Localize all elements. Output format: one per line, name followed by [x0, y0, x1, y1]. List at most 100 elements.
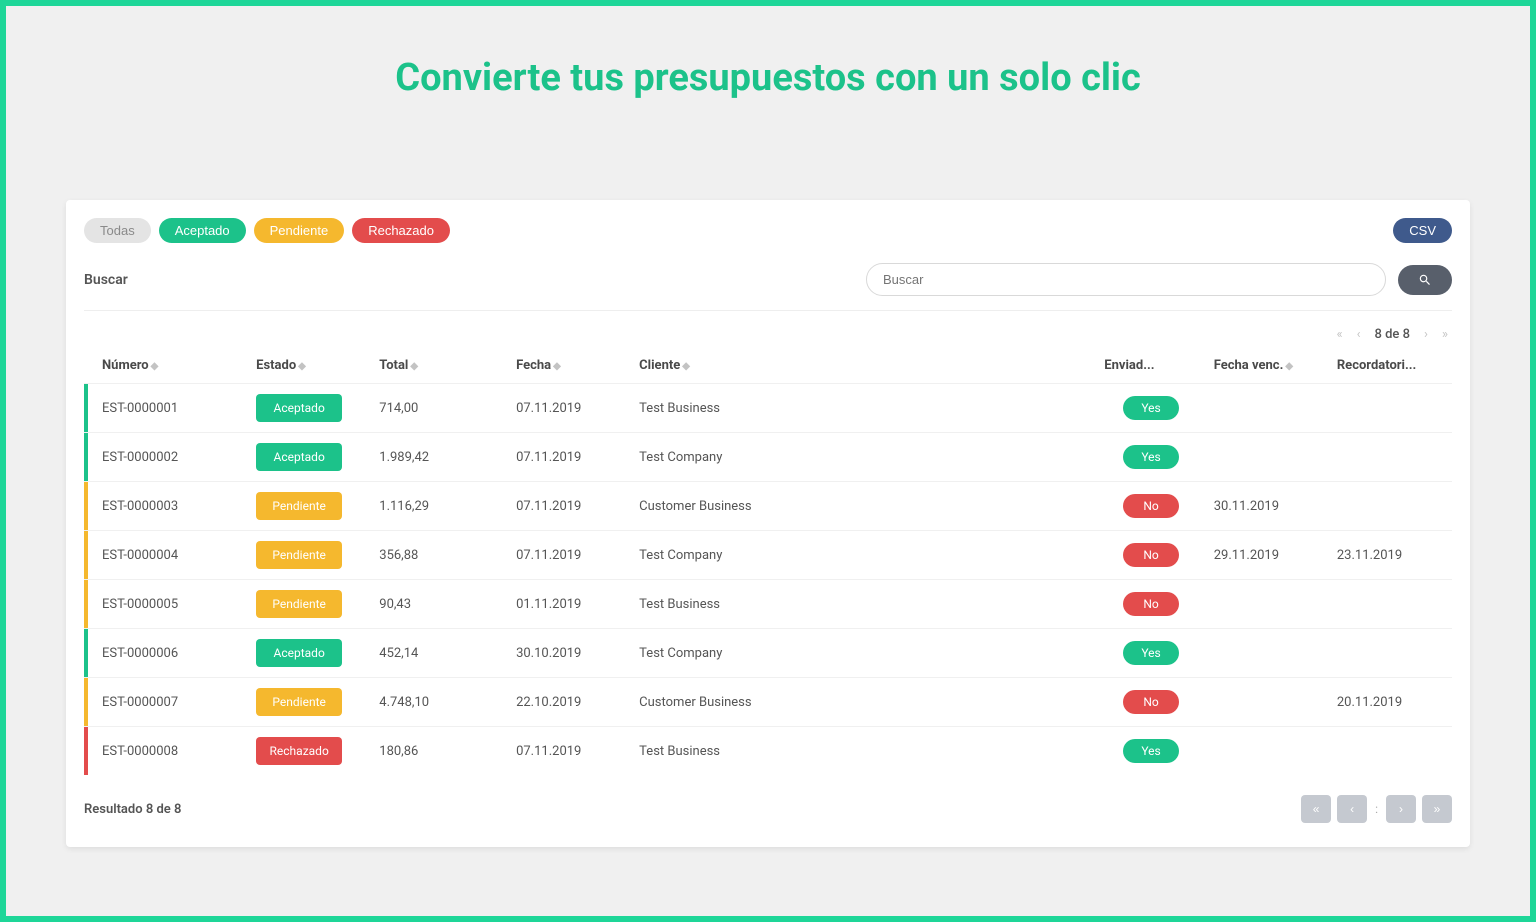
cell-estado: Aceptado: [248, 384, 371, 433]
page-next-icon[interactable]: ›: [1424, 327, 1428, 342]
table-row[interactable]: EST-0000004Pendiente356,8807.11.2019Test…: [84, 531, 1452, 580]
sent-badge: Yes: [1123, 445, 1179, 469]
cell-numero: EST-0000007: [84, 678, 248, 727]
col-numero[interactable]: Número◆: [84, 348, 248, 384]
cell-enviado: Yes: [1096, 433, 1205, 482]
cell-cliente: Test Business: [631, 580, 1096, 629]
col-total[interactable]: Total◆: [371, 348, 508, 384]
status-badge: Pendiente: [256, 492, 342, 520]
cell-fecha-venc: [1206, 433, 1329, 482]
page-last-icon[interactable]: »: [1442, 327, 1448, 342]
page-separator: :: [1373, 802, 1380, 816]
cell-total: 4.748,10: [371, 678, 508, 727]
sent-badge: No: [1123, 592, 1179, 616]
table-row[interactable]: EST-0000006Aceptado452,1430.10.2019Test …: [84, 629, 1452, 678]
cell-total: 1.116,29: [371, 482, 508, 531]
cell-fecha: 07.11.2019: [508, 727, 631, 776]
filter-accepted-button[interactable]: Aceptado: [159, 218, 246, 243]
filters-row: Todas Aceptado Pendiente Rechazado CSV: [84, 218, 1452, 243]
cell-recordatorio: [1329, 629, 1452, 678]
sent-badge: No: [1123, 494, 1179, 518]
search-input[interactable]: [866, 263, 1386, 296]
cell-fecha-venc: [1206, 580, 1329, 629]
table-row[interactable]: EST-0000008 Rechazado 180,8607.11.2019Test…: [84, 727, 1452, 776]
cell-estado: Rechazado: [248, 727, 371, 776]
status-badge: Aceptado: [256, 443, 342, 471]
sort-icon: ◆: [1285, 361, 1293, 372]
table-row[interactable]: EST-0000005Pendiente90,4301.11.2019Test …: [84, 580, 1452, 629]
filter-rejected-button[interactable]: Rechazado: [352, 218, 450, 243]
page-first-button[interactable]: «: [1301, 795, 1331, 823]
cell-cliente: Test Business: [631, 727, 1096, 776]
cell-enviado: No: [1096, 580, 1205, 629]
col-enviado[interactable]: Enviad...: [1096, 348, 1205, 384]
row-status-bar: [84, 727, 88, 775]
footer-row: Resultado 8 de 8 « ‹ : › »: [84, 795, 1452, 823]
cell-total: 180,86: [371, 727, 508, 776]
estimates-panel: Todas Aceptado Pendiente Rechazado CSV B…: [66, 200, 1470, 847]
col-recordatorio[interactable]: Recordatori...: [1329, 348, 1452, 384]
sort-icon: ◆: [298, 361, 306, 372]
cell-numero: EST-0000004: [84, 531, 248, 580]
cell-cliente: Test Business: [631, 384, 1096, 433]
col-fecha[interactable]: Fecha◆: [508, 348, 631, 384]
cell-enviado: No: [1096, 482, 1205, 531]
search-row: Buscar: [84, 263, 1452, 296]
col-estado[interactable]: Estado◆: [248, 348, 371, 384]
cell-estado: Pendiente: [248, 580, 371, 629]
row-status-bar: [84, 384, 88, 432]
cell-total: 1.989,42: [371, 433, 508, 482]
row-status-bar: [84, 629, 88, 677]
status-badge: Rechazado: [256, 737, 342, 765]
cell-fecha-venc: 30.11.2019: [1206, 482, 1329, 531]
sent-badge: Yes: [1123, 396, 1179, 420]
cell-enviado: Yes: [1096, 629, 1205, 678]
page-prev-icon[interactable]: ‹: [1357, 327, 1361, 342]
top-pagination: « ‹ 8 de 8 › »: [84, 321, 1452, 348]
cell-fecha: 30.10.2019: [508, 629, 631, 678]
cell-fecha-venc: 29.11.2019: [1206, 531, 1329, 580]
sort-icon: ◆: [151, 361, 159, 372]
filter-pending-button[interactable]: Pendiente: [254, 218, 345, 243]
cell-numero: EST-0000008: [84, 727, 248, 776]
page-indicator: 8 de 8: [1374, 327, 1410, 342]
table-row[interactable]: EST-0000001Aceptado714,0007.11.2019Test …: [84, 384, 1452, 433]
sort-icon: ◆: [410, 361, 418, 372]
cell-estado: Pendiente: [248, 482, 371, 531]
page-last-button[interactable]: »: [1422, 795, 1452, 823]
table-row[interactable]: EST-0000002Aceptado1.989,4207.11.2019Tes…: [84, 433, 1452, 482]
col-fecha-venc[interactable]: Fecha venc.◆: [1206, 348, 1329, 384]
search-button[interactable]: [1398, 265, 1452, 295]
cell-estado: Aceptado: [248, 629, 371, 678]
cell-total: 356,88: [371, 531, 508, 580]
sort-icon: ◆: [553, 361, 561, 372]
cell-total: 714,00: [371, 384, 508, 433]
sent-badge: Yes: [1123, 641, 1179, 665]
cell-estado: Pendiente: [248, 678, 371, 727]
cell-cliente: Customer Business: [631, 482, 1096, 531]
sent-badge: Yes: [1123, 739, 1179, 763]
divider: [84, 310, 1452, 311]
table-row[interactable]: EST-0000007Pendiente4.748,1022.10.2019Cu…: [84, 678, 1452, 727]
filter-all-button[interactable]: Todas: [84, 218, 151, 243]
cell-numero: EST-0000003: [84, 482, 248, 531]
table-row[interactable]: EST-0000003Pendiente1.116,2907.11.2019Cu…: [84, 482, 1452, 531]
row-status-bar: [84, 433, 88, 481]
cell-cliente: Test Company: [631, 433, 1096, 482]
cell-enviado: No: [1096, 531, 1205, 580]
col-cliente[interactable]: Cliente◆: [631, 348, 1096, 384]
status-badge: Pendiente: [256, 541, 342, 569]
page-first-icon[interactable]: «: [1336, 327, 1342, 342]
cell-fecha: 01.11.2019: [508, 580, 631, 629]
row-status-bar: [84, 580, 88, 628]
cell-fecha-venc: [1206, 384, 1329, 433]
page-prev-button[interactable]: ‹: [1337, 795, 1367, 823]
cell-fecha: 07.11.2019: [508, 433, 631, 482]
search-label: Buscar: [84, 272, 128, 288]
search-icon: [1418, 273, 1432, 287]
cell-recordatorio: 23.11.2019: [1329, 531, 1452, 580]
page-next-button[interactable]: ›: [1386, 795, 1416, 823]
export-csv-button[interactable]: CSV: [1393, 218, 1452, 243]
row-status-bar: [84, 482, 88, 530]
cell-recordatorio: [1329, 384, 1452, 433]
